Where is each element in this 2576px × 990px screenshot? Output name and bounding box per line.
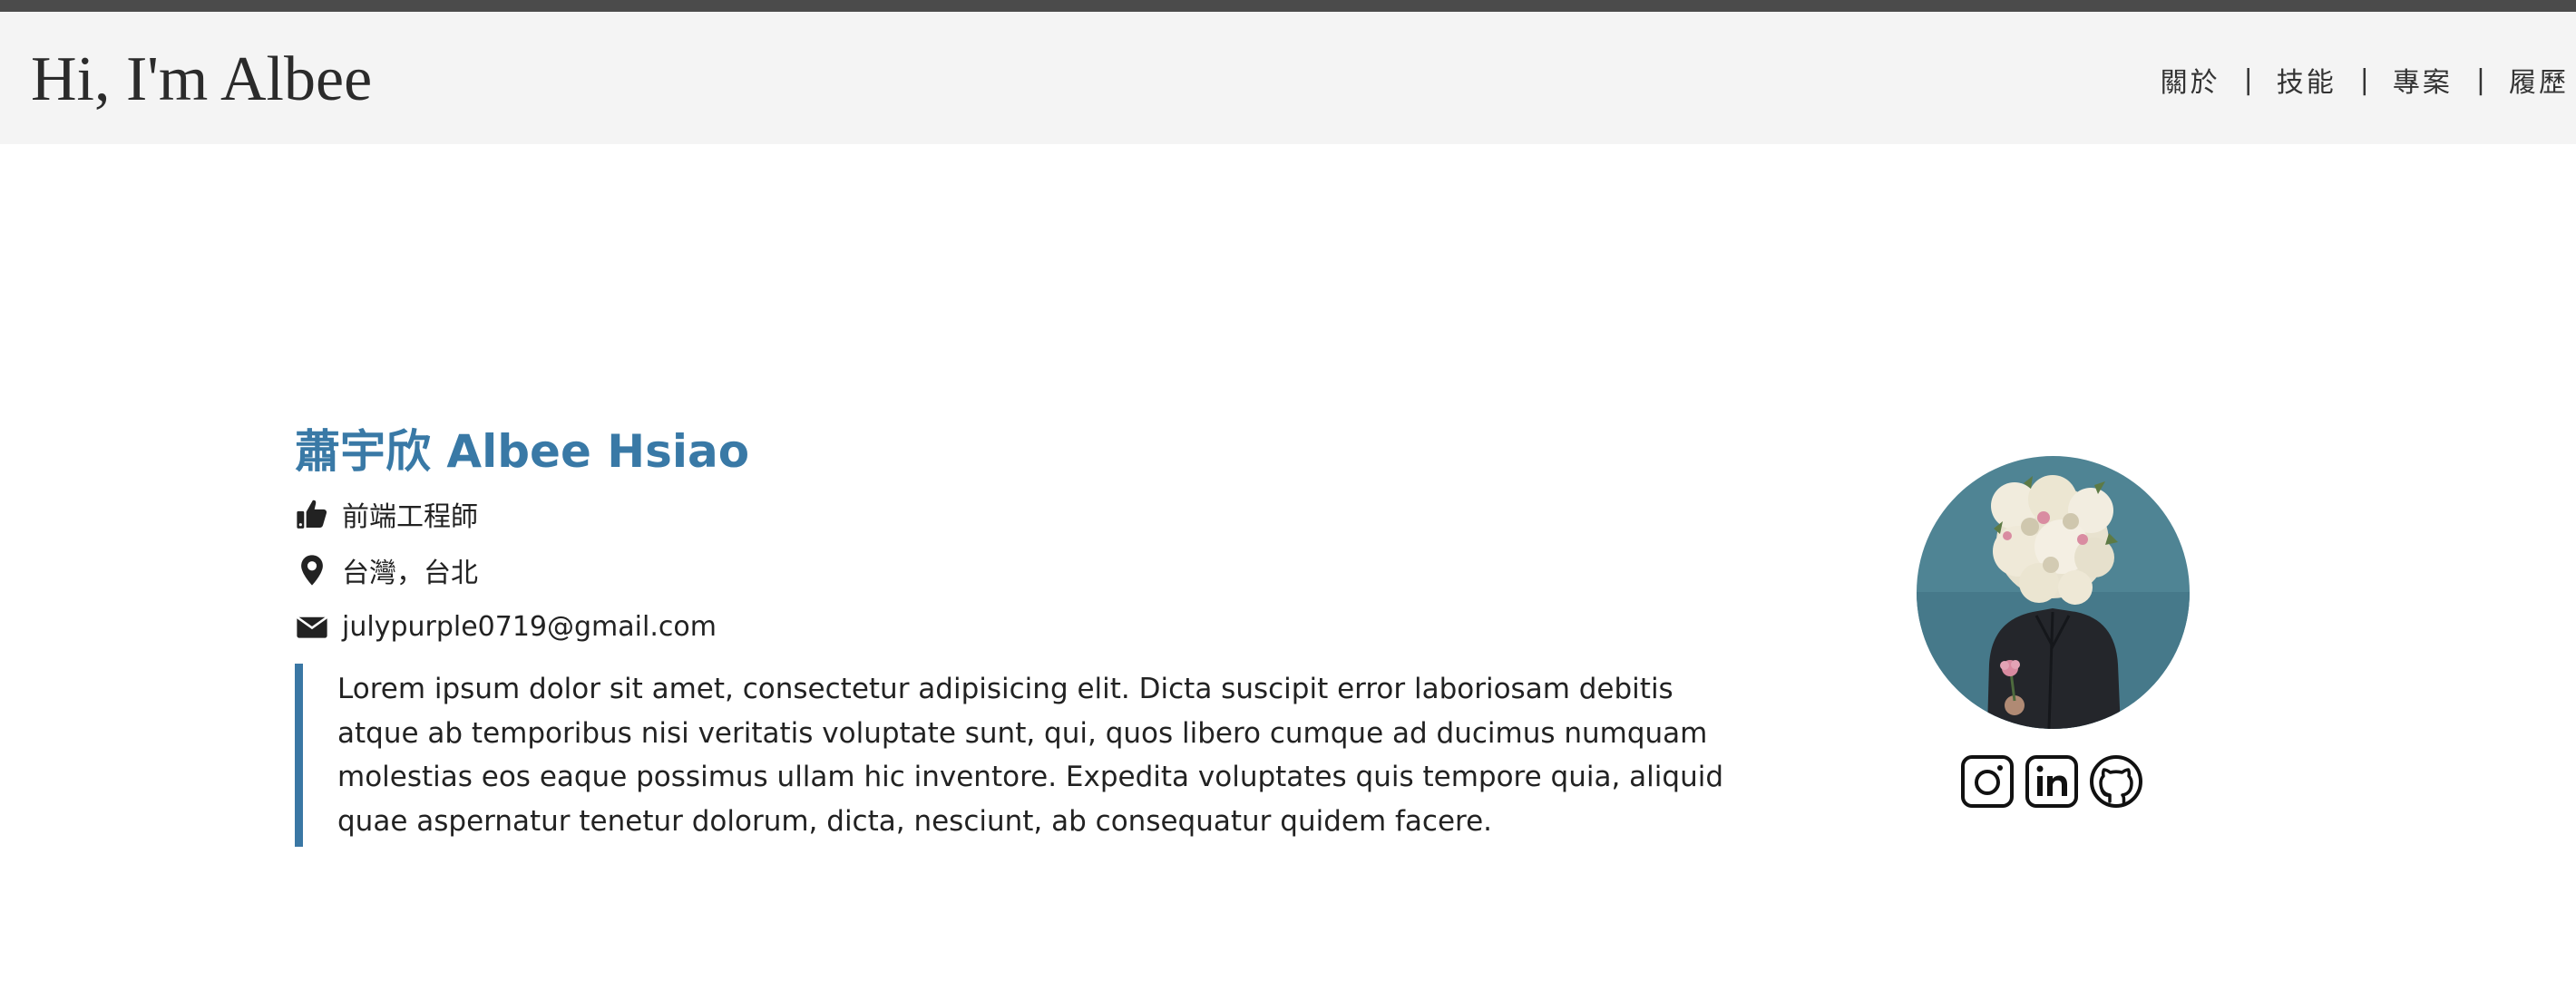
- email-row: julypurple0719@gmail.com: [295, 598, 1710, 655]
- navbar: Hi, I'm Albee 關於 | 技能 | 專案 | 履歷: [0, 12, 2576, 144]
- nav-link-projects[interactable]: 專案: [2393, 60, 2453, 100]
- bio-text: Lorem ipsum dolor sit amet, consectetur …: [337, 673, 1724, 838]
- nav-link-skills[interactable]: 技能: [2277, 60, 2337, 100]
- brand-title[interactable]: Hi, I'm Albee: [31, 41, 372, 119]
- nav-separator: |: [2243, 63, 2253, 96]
- thumbs-up-icon: [295, 497, 329, 531]
- role-text: 前端工程師: [342, 501, 478, 533]
- profile-name-en: Albee Hsiao: [446, 425, 750, 478]
- github-icon[interactable]: [2089, 754, 2143, 809]
- profile-section: 蕭宇欣 Albee Hsiao 前端工程師 台灣，台北 julypurple07…: [295, 417, 1723, 875]
- nav-separator: |: [2475, 63, 2485, 96]
- top-bar: [0, 0, 2576, 12]
- bio-quote: Lorem ipsum dolor sit amet, consectetur …: [295, 664, 1725, 847]
- main-nav: 關於 | 技能 | 專案 | 履歷: [2161, 57, 2569, 102]
- linkedin-icon[interactable]: [2025, 754, 2079, 809]
- instagram-icon[interactable]: [1960, 754, 2015, 809]
- avatar: [1917, 456, 2190, 729]
- envelope-icon: [295, 609, 329, 644]
- profile-name: 蕭宇欣 Albee Hsiao: [295, 417, 1710, 486]
- profile-name-zh: 蕭宇欣: [295, 425, 431, 478]
- map-marker-icon: [295, 553, 329, 587]
- nav-link-resume[interactable]: 履歷: [2509, 60, 2569, 100]
- social-links: [1960, 754, 2143, 809]
- location-text: 台灣，台北: [342, 558, 478, 589]
- location-row: 台灣，台北: [295, 542, 1710, 598]
- role-row: 前端工程師: [295, 486, 1710, 542]
- email-link[interactable]: julypurple0719@gmail.com: [342, 611, 717, 643]
- nav-separator: |: [2359, 63, 2369, 96]
- nav-link-about[interactable]: 關於: [2161, 60, 2220, 100]
